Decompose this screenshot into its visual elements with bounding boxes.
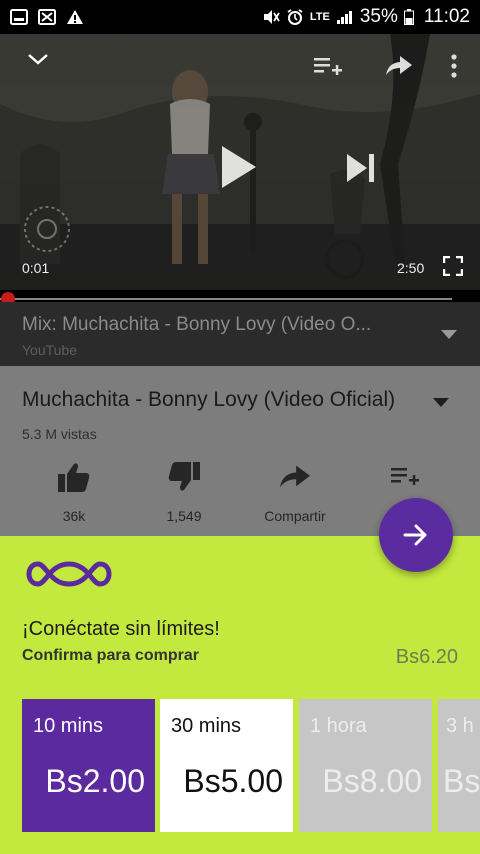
clock: 11:02 xyxy=(423,6,470,27)
mix-channel: YouTube xyxy=(22,342,78,358)
battery-icon xyxy=(403,9,414,25)
channel-watermark-icon xyxy=(24,206,70,252)
alarm-icon xyxy=(287,9,303,25)
signal-icon xyxy=(336,11,352,24)
thumbs-down-icon xyxy=(168,462,200,491)
add-to-queue-icon[interactable] xyxy=(314,56,342,78)
plan-price: Bs8.00 xyxy=(322,763,422,799)
overflow-menu-icon[interactable] xyxy=(450,54,458,78)
plan-name: 10 mins xyxy=(33,715,104,737)
add-to-playlist-icon xyxy=(391,468,419,485)
plan-name: 30 mins xyxy=(171,715,242,737)
plan-price: Bs2.00 xyxy=(45,763,145,799)
plan-card-1-hora[interactable]: 1 hora Bs8.00 xyxy=(299,699,432,832)
account-balance: Bs6.20 xyxy=(395,646,458,668)
thumbs-up-icon xyxy=(58,463,90,492)
dislike-button[interactable]: 1,549 xyxy=(129,460,239,524)
status-bar: LTE 35% 11:02 xyxy=(0,0,480,34)
view-count: 5.3 M vistas xyxy=(22,426,97,442)
sheet-title: ¡Conéctate sin límites! xyxy=(22,618,220,640)
warning-icon xyxy=(67,10,83,24)
next-arrow-button[interactable] xyxy=(379,498,453,572)
dislike-count: 1,549 xyxy=(166,508,202,524)
plan-card-10-mins[interactable]: 10 mins Bs2.00 xyxy=(22,699,155,832)
video-player[interactable]: 0:01 2:50 xyxy=(0,34,480,290)
no-sim-icon xyxy=(38,9,56,25)
plan-name: 3 h xyxy=(446,715,474,737)
video-title: Muchachita - Bonny Lovy (Video Oficial) xyxy=(22,388,396,411)
plan-card-30-mins[interactable]: 30 mins Bs5.00 xyxy=(160,699,293,832)
mix-title: Mix: Muchachita - Bonny Lovy (Video O... xyxy=(22,314,372,335)
fullscreen-icon[interactable] xyxy=(443,256,463,276)
mute-icon xyxy=(263,10,280,24)
share-label: Compartir xyxy=(264,508,326,524)
plan-price: Bs xyxy=(443,763,480,799)
minimize-chevron-icon[interactable] xyxy=(26,52,50,66)
like-button[interactable]: 36k xyxy=(19,460,129,524)
plan-price: Bs5.00 xyxy=(183,763,283,799)
brand-logo-icon xyxy=(26,561,112,587)
seek-track xyxy=(0,298,452,300)
network-type: LTE xyxy=(309,11,330,23)
plan-card-3-horas[interactable]: 3 h Bs xyxy=(438,699,480,832)
share-icon[interactable] xyxy=(386,56,412,76)
share-action-button[interactable]: Compartir xyxy=(240,460,350,524)
arrow-right-icon xyxy=(403,524,427,546)
like-count: 36k xyxy=(62,508,86,524)
purchase-sheet: ¡Conéctate sin límites! Confirma para co… xyxy=(0,536,480,854)
mix-playlist-header[interactable]: Mix: Muchachita - Bonny Lovy (Video O...… xyxy=(0,302,480,366)
elapsed-time: 0:01 xyxy=(22,260,50,276)
screenshot-icon xyxy=(10,9,28,25)
expand-description-icon[interactable] xyxy=(433,398,449,407)
expand-playlist-icon[interactable] xyxy=(441,330,457,339)
share-icon xyxy=(280,465,310,488)
sheet-subtitle: Confirma para comprar xyxy=(22,647,199,664)
battery-percent: 35% xyxy=(359,6,398,27)
next-video-icon[interactable] xyxy=(345,152,377,184)
plan-name: 1 hora xyxy=(310,715,367,737)
play-icon[interactable] xyxy=(220,144,258,190)
duration: 2:50 xyxy=(397,260,425,276)
